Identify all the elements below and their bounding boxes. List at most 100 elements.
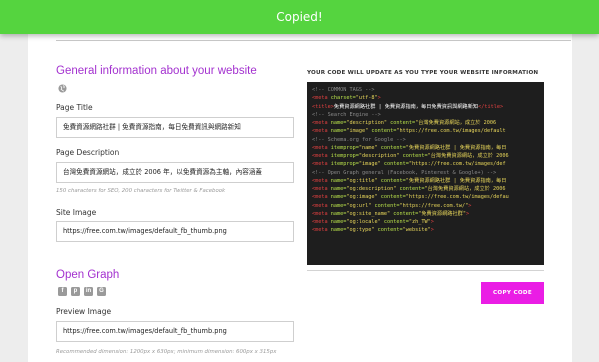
- code-token: "台灣免費資源網站，成立於 2006: [427, 153, 509, 159]
- code-token: name=: [330, 194, 347, 201]
- code-token: itemprop=: [330, 144, 359, 151]
- code-token: "台灣免費資源網站，成立於 2006: [424, 186, 506, 192]
- code-token: "og:site_name": [346, 210, 394, 217]
- code-line: <meta name="og:image" content="https://f…: [312, 193, 539, 201]
- code-token: <title>: [312, 103, 334, 110]
- preview-image-input[interactable]: https://free.com.tw/images/default_fb_th…: [56, 321, 294, 342]
- code-line: <!-- Schema.org for Google -->: [312, 136, 539, 144]
- code-line: <meta name="og:description" content="台灣免…: [312, 185, 539, 193]
- code-line: <meta charset="utf-8">: [312, 94, 539, 102]
- preview-image-hint: Recommended dimension: 1200px x 630px; m…: [56, 349, 277, 355]
- site-image-label: Site Image: [56, 208, 97, 217]
- code-token: <meta: [312, 194, 331, 201]
- code-token: "image": [358, 161, 384, 168]
- code-token: >: [430, 219, 434, 225]
- code-token: content=: [371, 128, 397, 135]
- code-token: "description": [346, 120, 391, 126]
- code-token: </title>: [478, 103, 504, 110]
- code-token: content=: [399, 186, 425, 192]
- code-token: content=: [380, 144, 406, 151]
- code-token: content=: [374, 202, 400, 209]
- code-line: <meta itemprop="description" content="台灣…: [312, 152, 539, 160]
- copy-code-button[interactable]: COPY CODE: [481, 282, 544, 304]
- code-token: name=: [330, 227, 347, 234]
- code-token: "image": [346, 128, 372, 135]
- code-token: "og:description": [346, 186, 400, 192]
- code-line: <meta name="og:site_name" content="免費資源網…: [312, 210, 539, 218]
- preview-image-label: Preview Image: [56, 307, 112, 316]
- code-token: >: [465, 210, 470, 217]
- code-token: <meta: [312, 210, 331, 217]
- code-line: <meta name="og:url" content="https://fre…: [312, 202, 539, 210]
- code-token: <meta: [312, 227, 331, 234]
- code-token: "utf-8": [355, 95, 378, 102]
- code-token: <meta: [312, 153, 331, 159]
- code-token: name=: [330, 202, 347, 209]
- facebook-icon: f: [58, 287, 67, 296]
- linkedin-icon: in: [84, 287, 93, 296]
- code-token: charset=: [330, 95, 356, 102]
- code-token: name=: [330, 219, 347, 225]
- code-token: "og:locale": [346, 219, 384, 225]
- code-token: "zh_TW": [408, 219, 431, 225]
- code-token: <!-- Open Graph general (Facebook, Pinte…: [312, 169, 497, 176]
- code-divider: [307, 270, 544, 271]
- code-token: "description": [358, 153, 403, 159]
- page-description-label: Page Description: [56, 148, 120, 157]
- code-header: YOUR CODE WILL UPDATE AS YOU TYPE YOUR W…: [307, 70, 539, 76]
- code-token: <!-- Schema.org for Google -->: [312, 136, 406, 143]
- code-token: content=: [380, 194, 406, 201]
- code-token: content=: [377, 227, 403, 234]
- page-title-label: Page Title: [56, 103, 93, 112]
- code-token: name=: [330, 177, 347, 184]
- code-token: "website": [402, 227, 431, 234]
- meta-tag-generator-card: General information about your website P…: [28, 22, 572, 362]
- code-token: <meta: [312, 177, 331, 184]
- code-token: >: [468, 202, 472, 209]
- description-hint: 150 characters for SEO, 200 characters f…: [56, 188, 226, 194]
- code-token: 免費資源網路社群 | 免費資源指南，每日免費資訊與網路新知: [333, 103, 479, 110]
- code-token: name=: [330, 128, 347, 135]
- page-description-input[interactable]: 台灣免費資源網站，成立於 2006 年，以免費資源為主軸，內容涵蓋: [56, 162, 294, 183]
- code-token: "https://free.com.tw/": [399, 202, 469, 209]
- code-token: <!-- COMMON TAGS -->: [312, 87, 375, 93]
- code-token: "name": [358, 144, 381, 151]
- code-token: >: [430, 227, 434, 234]
- code-token: content=: [383, 161, 409, 168]
- code-line: <meta name="og:locale" content="zh_TW">: [312, 218, 539, 226]
- generated-code-block[interactable]: <!-- COMMON TAGS --> <meta charset="utf-8…: [307, 82, 544, 265]
- toast-message: Copied!: [276, 10, 323, 24]
- code-token: <meta: [312, 161, 331, 168]
- code-token: name=: [330, 186, 347, 192]
- code-token: content=: [402, 153, 428, 159]
- copied-toast: Copied!: [0, 0, 599, 34]
- code-token: itemprop=: [330, 153, 359, 159]
- code-token: "https://free.com.tw/images/default: [396, 128, 506, 135]
- code-line: <meta name="description" content="台灣免費資源…: [312, 119, 539, 127]
- code-line: <meta itemprop="image" content="https://…: [312, 160, 539, 168]
- code-token: "免費資源網路社群 | 免費資源指南，每日: [405, 177, 507, 184]
- code-line: <!-- COMMON TAGS -->: [312, 86, 539, 94]
- social-icons: f p in G: [58, 287, 106, 296]
- code-token: "免費資源網路社群 | 免費資源指南，每日: [405, 144, 507, 151]
- code-token: "og:type": [346, 227, 378, 234]
- site-image-input[interactable]: https://free.com.tw/images/default_fb_th…: [56, 221, 294, 242]
- code-token: "https://free.com.tw/images/defau: [405, 194, 509, 201]
- code-token: name=: [330, 120, 347, 126]
- code-token: "https://free.com.tw/images/def: [408, 161, 506, 168]
- globe-icon: [58, 84, 67, 93]
- code-token: >: [377, 95, 381, 102]
- code-token: "og:title": [346, 177, 381, 184]
- code-line: <title>免費資源網路社群 | 免費資源指南，每日免費資訊與網路新知</ti…: [312, 103, 539, 111]
- code-line: <!-- Open Graph general (Facebook, Pinte…: [312, 169, 539, 177]
- code-line: <meta name="og:type" content="website">: [312, 226, 539, 234]
- code-token: "台灣免費資源網站，成立於 2006: [415, 120, 497, 126]
- code-token: <meta: [312, 186, 331, 192]
- code-token: <meta: [312, 219, 331, 225]
- page-title-input[interactable]: 免費資源網路社群 | 免費資源指南，每日免費資訊與網路新知: [56, 117, 294, 138]
- code-line: <!-- Search Engine -->: [312, 111, 539, 119]
- pinterest-icon: p: [71, 287, 80, 296]
- code-line: <meta name="image" content="https://free…: [312, 127, 539, 135]
- code-token: content=: [383, 219, 409, 225]
- code-token: "og:image": [346, 194, 381, 201]
